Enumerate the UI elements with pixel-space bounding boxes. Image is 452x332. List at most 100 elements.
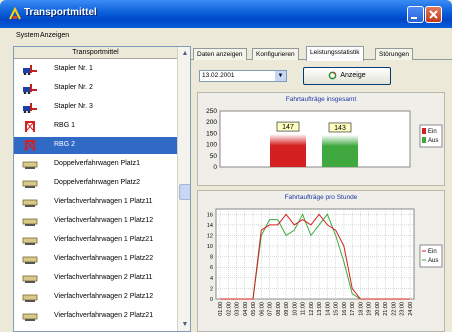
y-tick-label: 10 bbox=[207, 244, 213, 250]
tree-header[interactable]: Transportmittel bbox=[14, 47, 177, 59]
shuttle-icon bbox=[22, 275, 38, 283]
application-window: Transportmittel System Anzeigen Transpor… bbox=[0, 0, 452, 332]
x-tick-label: 13:00 bbox=[317, 302, 323, 316]
bar-value-label: 143 bbox=[334, 125, 346, 132]
y-tick-label: 14 bbox=[207, 223, 213, 229]
x-tick-label: 15:00 bbox=[334, 302, 340, 316]
tree-item[interactable]: RBG 2 bbox=[14, 137, 177, 154]
tree-item-label: Vierfachverfahrwagen 1 Platz22 bbox=[54, 255, 154, 262]
tab-daten-anzeigen[interactable]: Daten anzeigen bbox=[193, 48, 247, 60]
legend-label: Aus bbox=[428, 138, 438, 144]
tab-leistungsstatistik[interactable]: Leistungsstatistik bbox=[306, 46, 364, 61]
x-tick-label: 12:00 bbox=[309, 302, 315, 316]
x-tick-label: 09:00 bbox=[284, 302, 290, 316]
tree-item[interactable]: Vierfachverfahrwagen 2 Platz11 bbox=[14, 270, 177, 287]
bar-value-label: 147 bbox=[282, 124, 294, 131]
y-tick-label: 8 bbox=[210, 255, 213, 261]
close-button[interactable] bbox=[425, 6, 442, 23]
x-tick-label: 21:00 bbox=[383, 302, 389, 316]
bar-plot-area bbox=[219, 110, 411, 168]
y-tick-label: 200 bbox=[206, 119, 217, 126]
line-chart-title: Fahrtaufträge pro Stunde bbox=[284, 194, 358, 201]
title-bar[interactable]: Transportmittel bbox=[0, 0, 452, 28]
y-tick-label: 250 bbox=[206, 108, 217, 115]
app-icon bbox=[9, 7, 21, 20]
tree-item-label: Doppelverfahrwagen Platz2 bbox=[54, 179, 140, 186]
scroll-down-icon[interactable]: ▼ bbox=[180, 320, 190, 330]
date-value: 13.02.2001 bbox=[202, 72, 235, 79]
x-tick-label: 01:00 bbox=[218, 302, 224, 316]
tab-stoerungen[interactable]: Störungen bbox=[375, 48, 413, 60]
y-tick-label: 6 bbox=[210, 265, 213, 271]
transport-tree: Transportmittel Stapler Nr. 1 Stapler Nr.… bbox=[13, 46, 191, 332]
shuttle-icon bbox=[22, 199, 38, 207]
tree-item[interactable]: Doppelverfahrwagen Platz2 bbox=[14, 175, 177, 192]
x-tick-label: 02:00 bbox=[226, 302, 232, 316]
tree-item[interactable]: Vierfachverfahrwagen 1 Platz21 bbox=[14, 232, 177, 249]
tree-item-label: Vierfachverfahrwagen 2 Platz12 bbox=[54, 293, 154, 300]
x-tick-label: 03:00 bbox=[235, 302, 241, 316]
tree-item[interactable]: RBG 1 bbox=[14, 118, 177, 135]
shuttle-icon bbox=[22, 256, 38, 264]
scroll-thumb[interactable] bbox=[179, 184, 190, 200]
total-orders-panel: Fahrtaufträge insgesamt 250 200 150 100 50 0 1… bbox=[197, 92, 445, 186]
tree-list: Stapler Nr. 1 Stapler Nr. 2 Stapler Nr. 3 R… bbox=[14, 59, 177, 331]
tree-item[interactable]: Doppelverfahrwagen Platz1 bbox=[14, 156, 177, 173]
show-button[interactable]: Anzeige bbox=[303, 67, 391, 85]
chevron-down-icon[interactable]: ▼ bbox=[275, 71, 286, 81]
minimize-button[interactable] bbox=[407, 6, 424, 23]
refresh-icon bbox=[329, 71, 337, 79]
bar-chart: 250 200 150 100 50 0 147 143 Ein Aus bbox=[206, 108, 443, 171]
forklift-icon bbox=[23, 65, 37, 75]
x-tick-label: 24:00 bbox=[408, 302, 414, 316]
bar-ein bbox=[270, 134, 306, 167]
x-tick-label: 06:00 bbox=[259, 302, 265, 316]
y-tick-label: 50 bbox=[210, 153, 218, 160]
shuttle-icon bbox=[22, 313, 38, 321]
scroll-up-icon[interactable]: ▲ bbox=[180, 49, 190, 59]
x-tick-label: 10:00 bbox=[292, 302, 298, 316]
tree-item-label: Stapler Nr. 3 bbox=[54, 103, 93, 110]
tree-scrollbar[interactable]: ▲ ▼ bbox=[177, 47, 190, 331]
crane-icon bbox=[25, 121, 35, 132]
tree-item[interactable]: Vierfachverfahrwagen 2 Platz21 bbox=[14, 308, 177, 325]
legend-label: Ein bbox=[428, 129, 437, 135]
menu-bar: System Anzeigen bbox=[0, 28, 452, 45]
x-tick-label: 14:00 bbox=[325, 302, 331, 316]
legend-swatch bbox=[422, 128, 426, 134]
y-tick-label: 2 bbox=[210, 286, 213, 292]
y-tick-label: 12 bbox=[207, 233, 213, 239]
tree-item-label: Vierfachverfahrwagen 1 Platz11 bbox=[54, 198, 153, 205]
tree-item-label: Vierfachverfahrwagen 2 Platz11 bbox=[54, 274, 153, 281]
shuttle-icon bbox=[22, 161, 38, 169]
forklift-icon bbox=[23, 103, 37, 113]
detail-pane: Daten anzeigen Konfigurieren Leistungsst… bbox=[191, 46, 452, 332]
x-tick-label: 19:00 bbox=[367, 302, 373, 316]
hourly-orders-panel: Fahrtaufträge pro Stunde 16 14 12 10 8 6 4 2 0 01… bbox=[197, 190, 445, 332]
date-select[interactable]: 13.02.2001 ▼ bbox=[199, 70, 287, 82]
crane-icon bbox=[25, 140, 35, 151]
tree-item[interactable]: Vierfachverfahrwagen 1 Platz22 bbox=[14, 251, 177, 268]
x-tick-label: 04:00 bbox=[243, 302, 249, 316]
tree-item[interactable]: Vierfachverfahrwagen 1 Platz11 bbox=[14, 194, 177, 211]
tree-item[interactable]: Vierfachverfahrwagen 1 Platz12 bbox=[14, 213, 177, 230]
legend-label: Ein bbox=[428, 249, 437, 255]
x-tick-label: 22:00 bbox=[391, 302, 397, 316]
tree-item-label: RBG 2 bbox=[54, 141, 76, 148]
tree-item-label: RBG 1 bbox=[54, 122, 76, 129]
menu-anzeigen[interactable]: Anzeigen bbox=[40, 32, 69, 39]
close-icon bbox=[429, 10, 438, 19]
y-tick-label: 100 bbox=[206, 142, 217, 149]
y-tick-label: 16 bbox=[207, 212, 213, 218]
forklift-icon bbox=[23, 84, 37, 94]
shuttle-icon bbox=[22, 237, 38, 245]
tree-item[interactable]: Vierfachverfahrwagen 2 Platz12 bbox=[14, 289, 177, 306]
tree-item[interactable]: Stapler Nr. 1 bbox=[14, 61, 177, 78]
tree-item-label: Stapler Nr. 2 bbox=[54, 84, 93, 91]
tree-item-label: Vierfachverfahrwagen 1 Platz12 bbox=[54, 217, 154, 224]
menu-system[interactable]: System bbox=[16, 32, 39, 39]
tree-item[interactable]: Stapler Nr. 2 bbox=[14, 80, 177, 97]
tab-konfigurieren[interactable]: Konfigurieren bbox=[252, 48, 299, 60]
y-tick-label: 0 bbox=[213, 164, 217, 171]
tree-item[interactable]: Stapler Nr. 3 bbox=[14, 99, 177, 116]
